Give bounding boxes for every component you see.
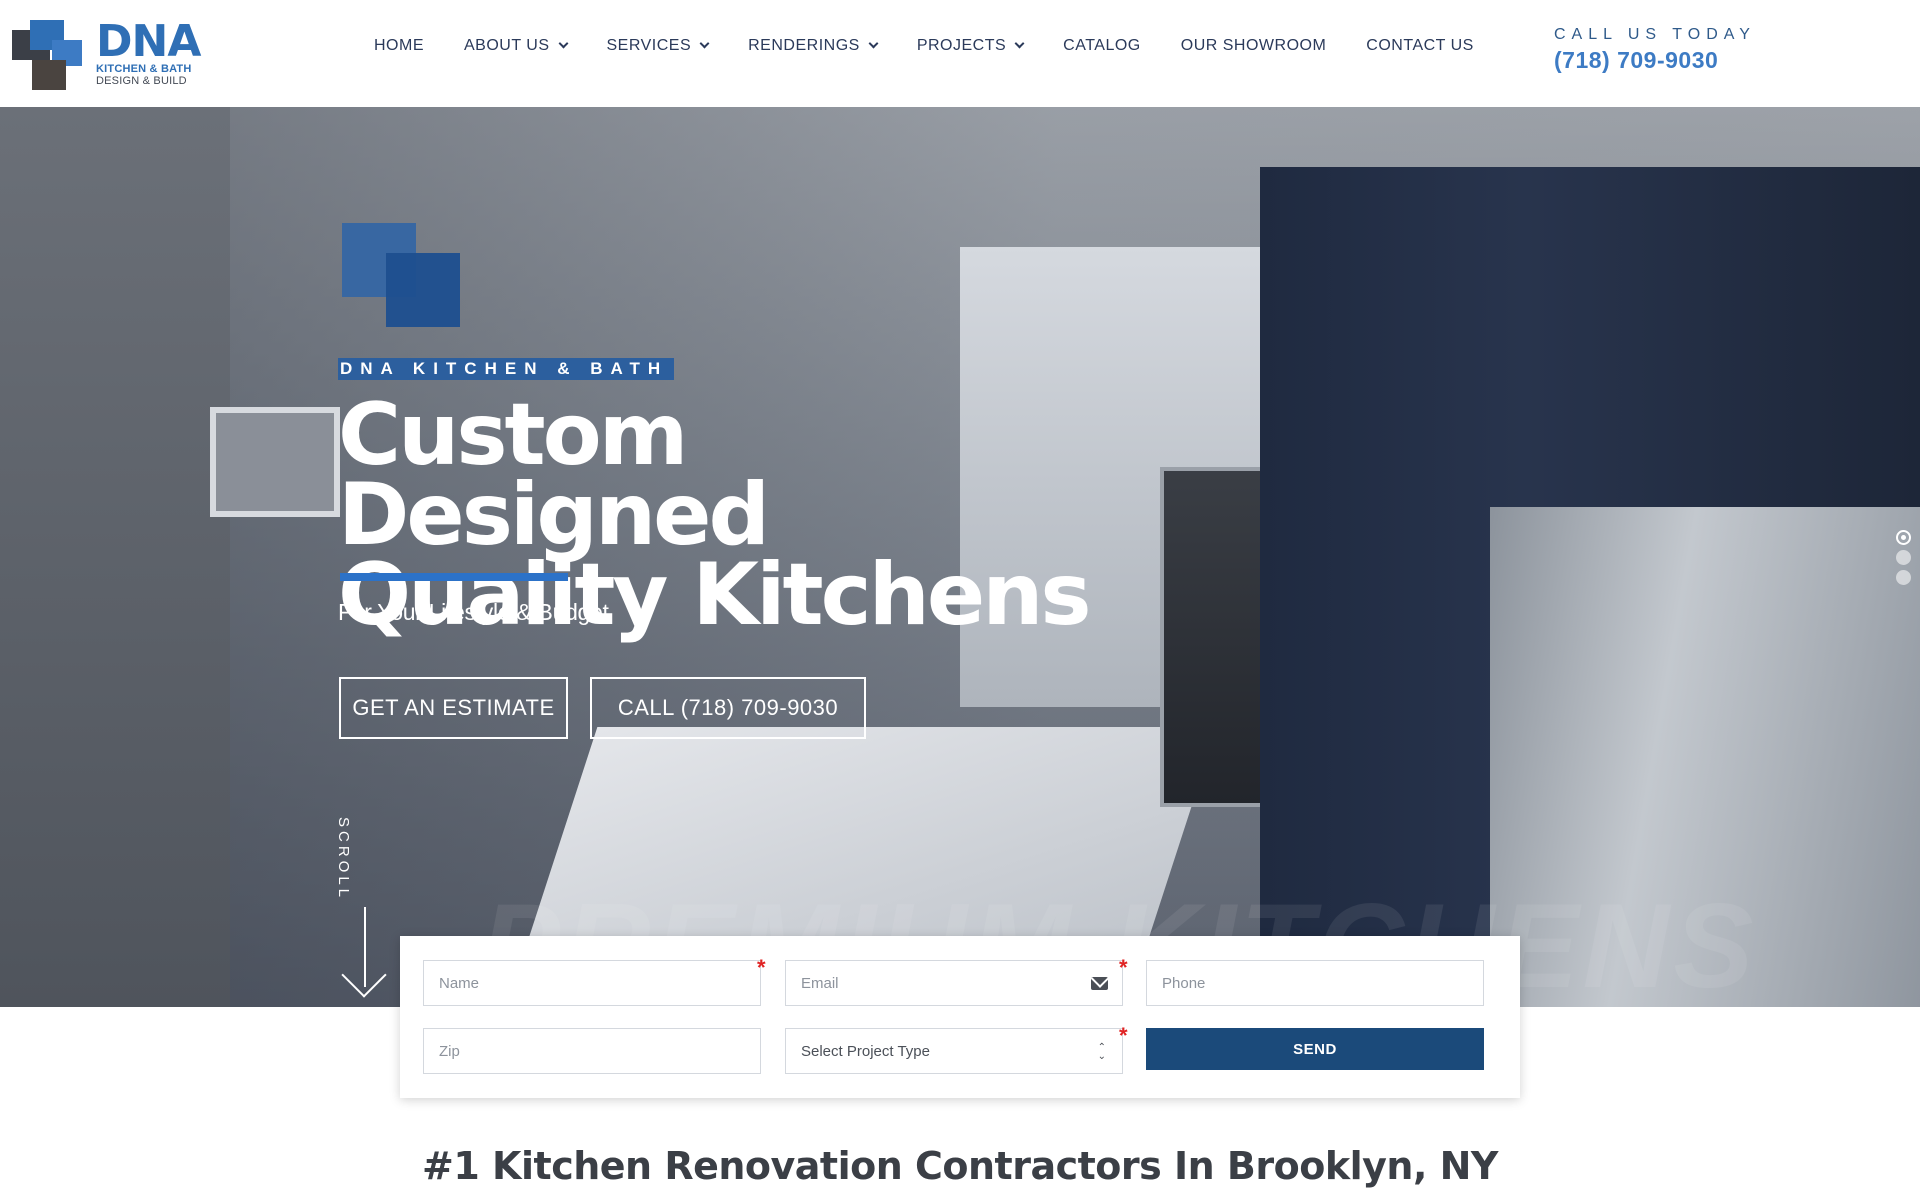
required-mark: * [1119,955,1128,980]
phone-placeholder: Phone [1162,974,1206,992]
header-call: CALL US TODAY (718) 709-9030 [1554,26,1756,74]
hero-underline [340,573,568,581]
nav-label: OUR SHOWROOM [1180,37,1327,54]
nav-services[interactable]: SERVICES [606,37,710,55]
logo-subtitle-2: DESIGN & BUILD [96,75,187,87]
hero-title-line1: Custom Designed [338,385,770,565]
zip-placeholder: Zip [439,1042,460,1060]
hero-bg-wall [0,107,230,1007]
nav-projects[interactable]: PROJECTS [916,37,1025,55]
send-button[interactable]: SEND [1146,1028,1484,1070]
scroll-label[interactable]: SCROLL [335,817,352,901]
call-phone-link[interactable]: (718) 709-9030 [1554,46,1756,74]
nav-renderings[interactable]: RENDERINGS [748,37,879,55]
slider-dot-1[interactable] [1896,530,1911,545]
chevron-down-icon [558,38,568,49]
nav-label: ABOUT US [464,37,550,54]
slider-dot-3[interactable] [1896,570,1911,585]
name-placeholder: Name [439,974,480,992]
email-placeholder: Email [801,974,839,992]
nav-our-showroom[interactable]: OUR SHOWROOM [1181,37,1327,55]
required-mark: * [757,955,766,980]
nav-about-us[interactable]: ABOUT US [464,37,568,55]
slider-dot-2[interactable] [1896,550,1911,565]
nav-contact-us[interactable]: CONTACT US [1366,37,1474,55]
logo-wordmark: DNA KITCHEN & BATH DESIGN & BUILD [96,16,201,88]
slider-dots [1896,530,1911,590]
hero-subtitle: For Your Lifestyle & Budget [338,599,609,625]
logo-dna-text: DNA [96,16,201,67]
zip-field[interactable]: Zip [423,1028,761,1074]
phone-field[interactable]: Phone [1146,960,1484,1006]
project-type-select[interactable]: Select Project Type ⌃ ⌄ * [785,1023,1128,1074]
hero-eyebrow: DNA KITCHEN & BATH [338,358,675,380]
hero-bg-window [210,407,340,517]
required-mark: * [1119,1023,1128,1048]
site-logo[interactable]: DNA KITCHEN & BATH DESIGN & BUILD [12,20,202,92]
email-field[interactable]: Email * [785,955,1128,1006]
call-label: CALL US TODAY [1554,26,1756,43]
nav-label: PROJECTS [916,37,1007,54]
nav-label: RENDERINGS [748,37,860,54]
main-nav: HOME ABOUT US SERVICES RENDERINGS PROJEC… [374,36,1514,56]
logo-subtitle-1: KITCHEN & BATH [96,63,192,75]
nav-catalog[interactable]: CATALOG [1063,37,1141,55]
site-header: DNA KITCHEN & BATH DESIGN & BUILD HOME A… [0,0,1920,107]
nav-label: SERVICES [606,37,692,54]
arrow-down-head [341,952,387,998]
section-headline: #1 Kitchen Renovation Contractors In Bro… [422,1144,1498,1188]
project-type-value: Select Project Type [801,1042,930,1060]
nav-label: HOME [374,37,424,54]
hero-square-dark [386,253,460,327]
name-field[interactable]: Name * [423,955,766,1006]
logo-square-brown [32,60,66,90]
nav-label: CONTACT US [1366,37,1474,54]
chevron-down-icon [868,38,879,49]
chevron-down-icon [1014,38,1025,49]
hero-section: PREMIUM KITCHENS DNA KITCHEN & BATH Cust… [0,107,1920,1007]
call-button[interactable]: CALL (718) 709-9030 [590,677,866,739]
nav-home[interactable]: HOME [374,37,424,55]
envelope-icon [1091,977,1108,990]
hero-title-line2: Quality Kitchens [338,545,1092,645]
chevron-down-icon [699,38,710,49]
get-estimate-button[interactable]: GET AN ESTIMATE [339,677,568,739]
nav-label: CATALOG [1063,37,1141,54]
estimate-form: Name * Email * Phone Zip Select Project … [400,936,1520,1098]
select-arrows-icon: ⌃ ⌄ [1097,1042,1106,1062]
